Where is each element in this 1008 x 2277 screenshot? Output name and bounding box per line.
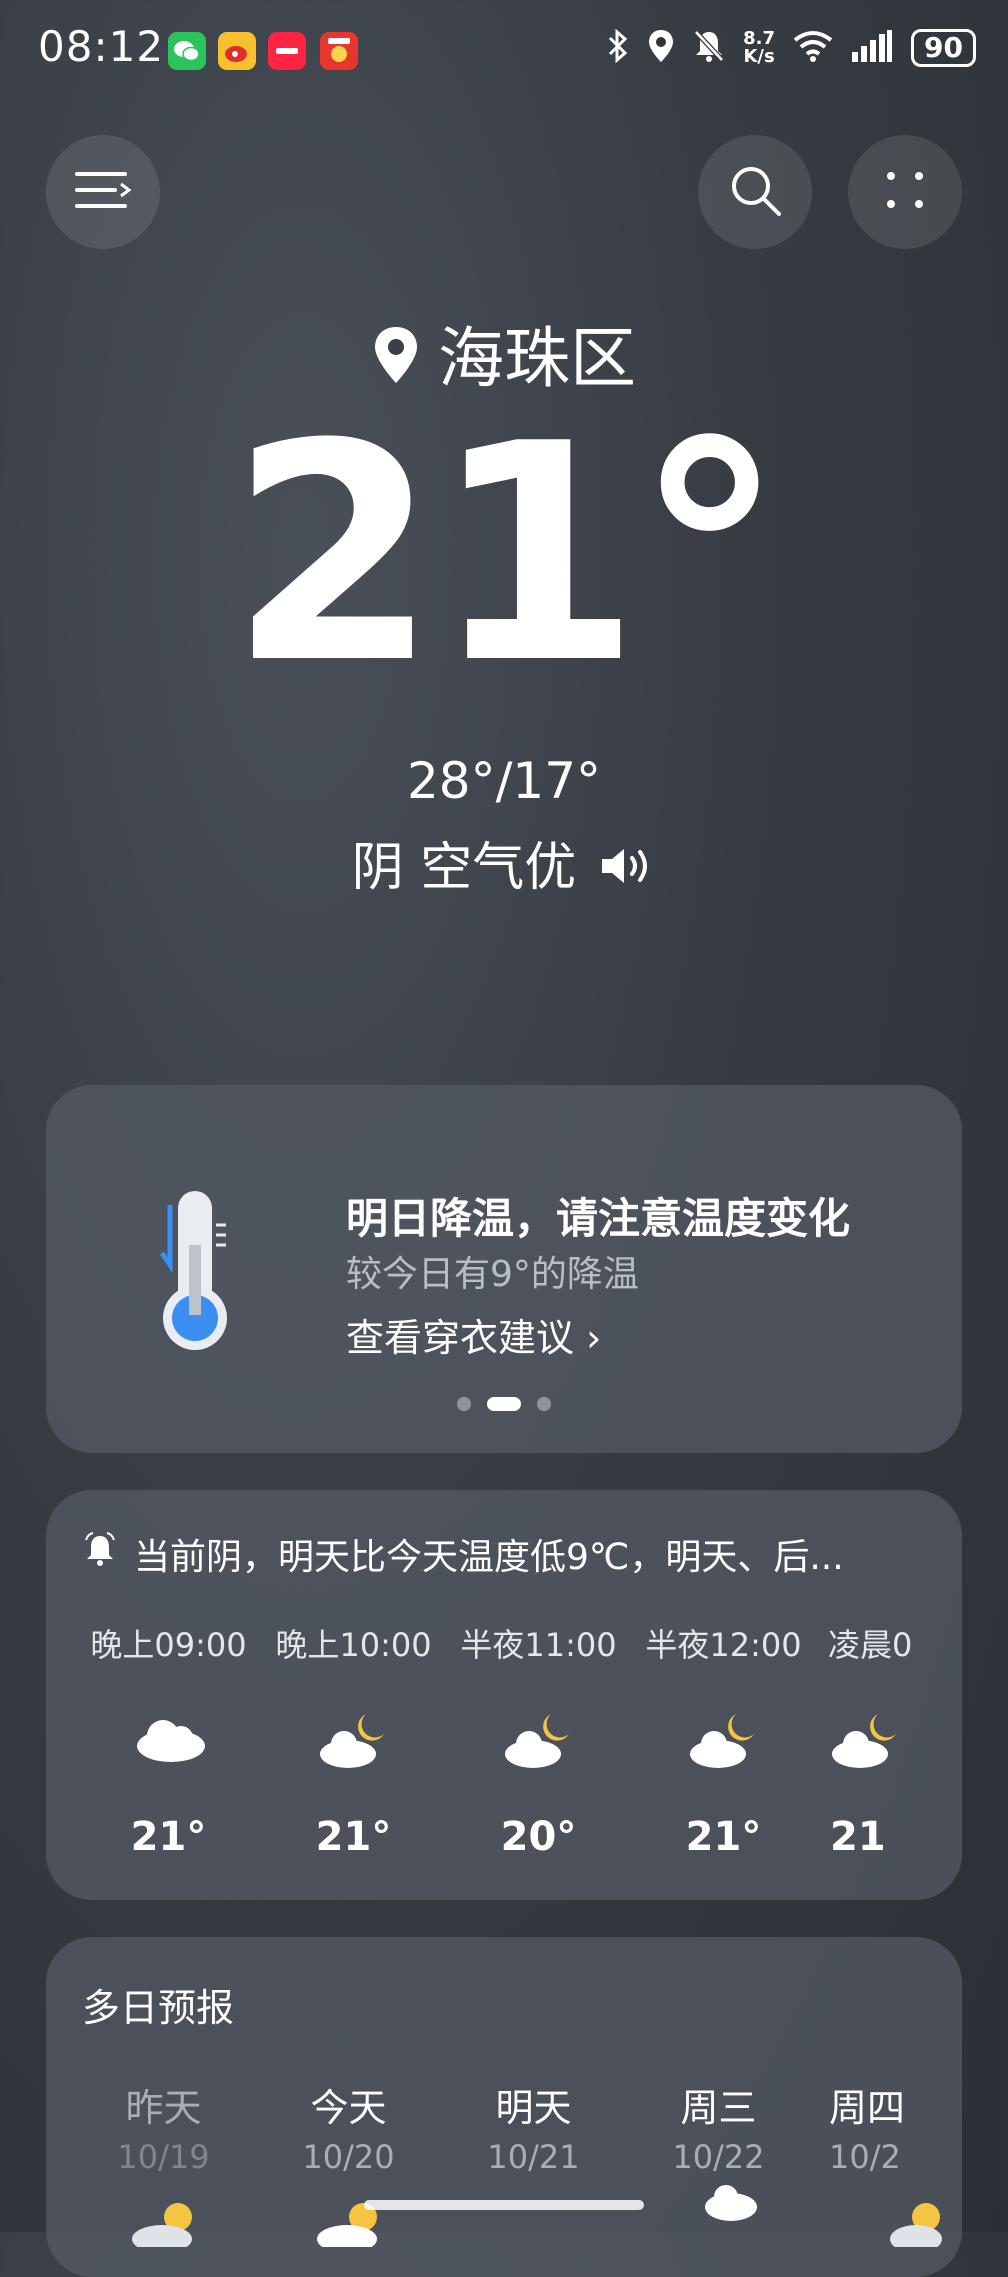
clothing-advice-link[interactable]: 查看穿衣建议 › — [346, 1307, 601, 1362]
mute-bell-icon — [693, 29, 725, 67]
day-name: 明天 — [495, 2086, 572, 2130]
xiaohongshu-icon — [268, 32, 306, 70]
alert-title: 明日降温，请注意温度变化 — [346, 1194, 851, 1243]
thermometer-icon — [156, 1185, 236, 1359]
signal-icon — [851, 30, 893, 66]
partly-sunny-icon — [311, 2187, 401, 2253]
day-item[interactable]: 今天 10/20 — [256, 2077, 441, 2176]
hour-item: 凌晨0 21 — [816, 1620, 936, 1860]
day-date: 10/2 — [829, 2138, 901, 2176]
carousel-dot-active — [487, 1397, 521, 1411]
day-date: 10/20 — [302, 2138, 395, 2176]
day-item[interactable]: 明天 10/21 — [441, 2077, 626, 2176]
day-date: 10/21 — [487, 2138, 580, 2176]
day-name: 昨天 — [125, 2086, 202, 2130]
network-speed: 8.7 K/s — [743, 30, 775, 66]
partly-cloudy-night-icon — [631, 1706, 816, 1776]
partly-cloudy-night-icon — [261, 1706, 446, 1776]
partly-cloudy-night-icon — [816, 1706, 936, 1776]
bluetooth-icon — [607, 28, 629, 67]
net-speed-unit: K/s — [743, 46, 775, 67]
condition-line: 阴 空气优 — [0, 825, 1008, 901]
high-low-temperature: 28°/17° — [406, 752, 602, 810]
hour-time: 半夜12:00 — [645, 1626, 802, 1664]
taobao-icon — [320, 32, 358, 70]
menu-icon — [73, 168, 133, 216]
hour-item: 半夜11:00 20° — [446, 1620, 631, 1860]
more-options-button[interactable] — [848, 135, 962, 249]
status-icons: 8.7 K/s 90 — [607, 28, 976, 68]
hour-time: 半夜11:00 — [460, 1626, 617, 1664]
hour-temp: 21° — [685, 1814, 762, 1860]
hour-time: 晚上10:00 — [275, 1626, 432, 1664]
day-date: 10/19 — [117, 2138, 210, 2176]
search-icon — [727, 162, 783, 222]
partly-sunny-icon — [126, 2187, 216, 2253]
menu-button[interactable] — [46, 135, 160, 249]
daily-forecast-card[interactable]: 多日预报 昨天 10/19 今天 10/20 明天 10/21 周三 10/22… — [46, 1937, 962, 2277]
hour-temp: 21 — [830, 1814, 886, 1860]
carousel-dot — [457, 1397, 471, 1411]
alert-subtitle: 较今日有9°的降温 — [346, 1254, 639, 1295]
day-item[interactable]: 昨天 10/19 — [71, 2077, 256, 2176]
hourly-summary: 当前阴，明天比今天温度低9℃，明天、后... — [84, 1528, 954, 1580]
search-button[interactable] — [698, 135, 812, 249]
hour-item: 半夜12:00 21° — [631, 1620, 816, 1860]
rain-cloud-icon — [696, 2177, 766, 2241]
day-name: 周四 — [829, 2086, 906, 2130]
daily-forecast-title: 多日预报 — [82, 1986, 235, 2030]
weibo-icon — [218, 32, 256, 70]
hour-temp: 21° — [315, 1814, 392, 1860]
current-temperature: 21° — [229, 380, 784, 729]
more-dots-icon — [883, 168, 927, 216]
status-time: 08:12 — [38, 22, 165, 71]
battery-indicator: 90 — [911, 29, 976, 67]
wifi-icon — [793, 30, 833, 66]
day-item[interactable]: 周四 10/2 — [811, 2077, 962, 2176]
location-icon — [647, 28, 675, 68]
hourly-forecast-card[interactable]: 当前阴，明天比今天温度低9℃，明天、后... 晚上09:00 21° 晚上10:… — [46, 1490, 962, 1900]
day-name: 周三 — [680, 2086, 757, 2130]
partly-cloudy-night-icon — [446, 1706, 631, 1776]
wechat-icon — [168, 32, 206, 70]
hour-temp: 21° — [130, 1814, 207, 1860]
cloudy-icon — [76, 1706, 261, 1776]
hourly-summary-text: 当前阴，明天比今天温度低9℃，明天、后... — [134, 1537, 844, 1578]
day-name: 今天 — [310, 2086, 387, 2130]
speaker-icon[interactable] — [598, 841, 656, 901]
day-item[interactable]: 周三 10/22 — [626, 2077, 811, 2176]
temperature-alert-card[interactable]: 明日降温，请注意温度变化 较今日有9°的降温 查看穿衣建议 › — [46, 1085, 962, 1453]
hour-item: 晚上10:00 21° — [261, 1620, 446, 1860]
partly-sunny-icon — [886, 2187, 956, 2253]
condition-text: 阴 空气优 — [351, 838, 577, 898]
carousel-dot — [537, 1397, 551, 1411]
hour-time: 凌晨0 — [828, 1626, 913, 1664]
hour-time: 晚上09:00 — [90, 1626, 247, 1664]
hour-temp: 20° — [500, 1814, 577, 1860]
bell-icon — [84, 1531, 116, 1577]
carousel-indicator — [46, 1397, 962, 1411]
day-date: 10/22 — [672, 2138, 765, 2176]
hour-item: 晚上09:00 21° — [76, 1620, 261, 1860]
home-indicator[interactable] — [364, 2200, 644, 2210]
